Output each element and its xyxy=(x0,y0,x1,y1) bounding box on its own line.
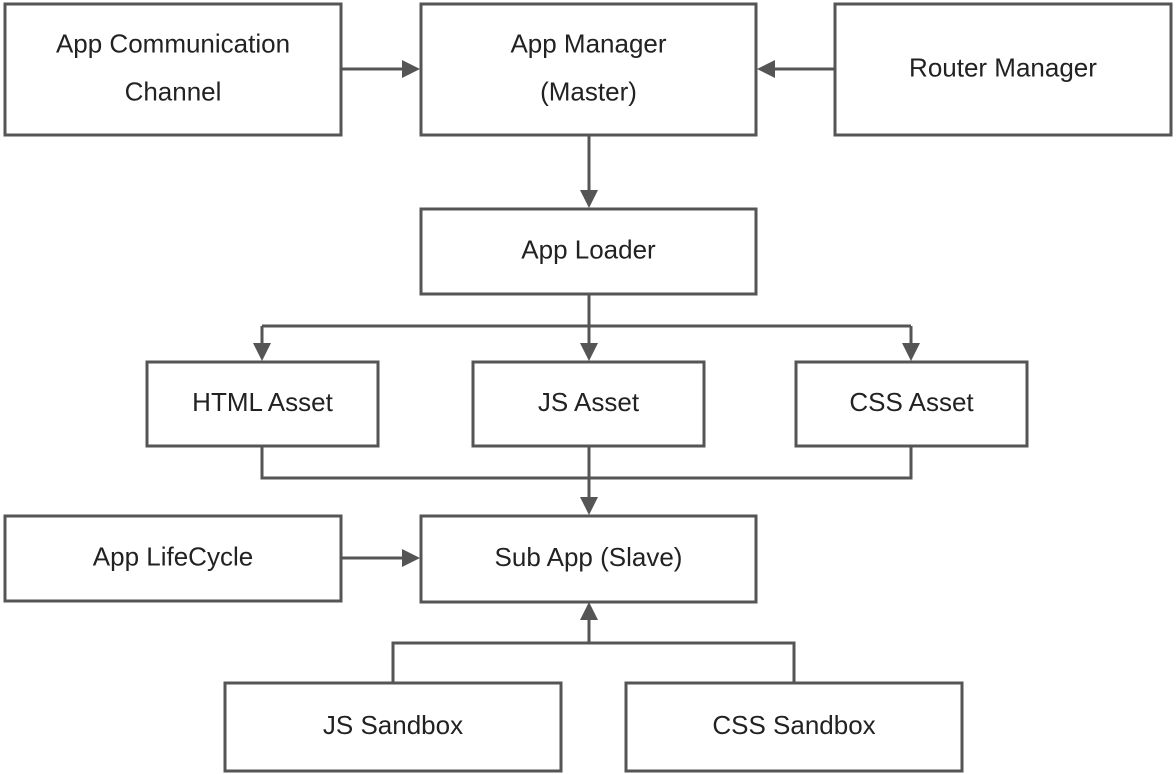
edge-sandboxes-subapp xyxy=(391,619,796,683)
node-label: App Manager xyxy=(510,28,666,58)
node-box xyxy=(3,2,343,137)
arrowhead xyxy=(757,60,775,78)
arrowhead xyxy=(580,602,598,620)
node-js: JS Asset xyxy=(471,360,706,448)
architecture-diagram: App Communication Channel App Manager (Mast… xyxy=(3,2,1173,773)
edge-assets-subapp xyxy=(260,446,913,499)
node-comm: App Communication Channel xyxy=(3,2,343,137)
node-label: (Master) xyxy=(540,76,637,106)
arrowhead xyxy=(580,190,598,208)
node-css: CSS Asset xyxy=(794,360,1029,448)
node-router: Router Manager xyxy=(833,2,1173,137)
node-label: App Loader xyxy=(521,234,656,264)
node-label: Router Manager xyxy=(909,52,1097,82)
node-label: CSS Sandbox xyxy=(712,710,875,740)
node-label: JS Sandbox xyxy=(323,710,463,740)
arrowhead xyxy=(902,343,920,361)
node-lifecycle: App LifeCycle xyxy=(3,514,343,603)
node-html: HTML Asset xyxy=(145,360,380,448)
node-label: CSS Asset xyxy=(849,387,974,417)
node-label: HTML Asset xyxy=(192,387,333,417)
node-label: App Communication xyxy=(56,28,290,58)
node-jssandbox: JS Sandbox xyxy=(223,681,563,773)
node-box xyxy=(419,2,758,137)
node-label: Channel xyxy=(125,76,222,106)
arrowhead xyxy=(402,549,420,567)
arrowhead xyxy=(580,497,598,515)
node-loader: App Loader xyxy=(419,207,758,296)
arrowhead xyxy=(402,60,420,78)
node-manager: App Manager (Master) xyxy=(419,2,758,137)
arrowhead xyxy=(253,343,271,361)
node-subapp: Sub App (Slave) xyxy=(419,514,758,604)
node-label: JS Asset xyxy=(538,387,640,417)
arrowhead xyxy=(580,343,598,361)
edge-loader-assets xyxy=(260,294,913,345)
node-label: App LifeCycle xyxy=(93,541,253,571)
node-label: Sub App (Slave) xyxy=(495,542,683,572)
node-csssandbox: CSS Sandbox xyxy=(624,681,964,773)
